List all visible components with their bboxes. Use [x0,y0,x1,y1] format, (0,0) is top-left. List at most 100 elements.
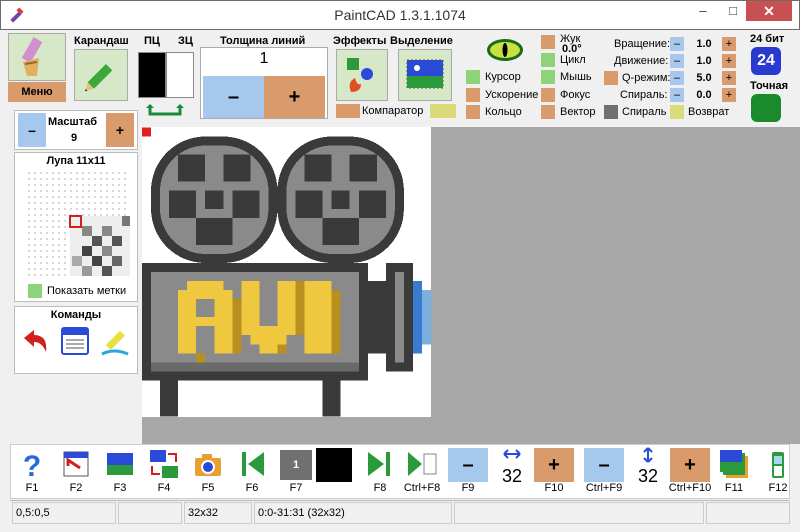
focus-label: Фокус [560,89,591,101]
effects-button[interactable] [336,49,388,101]
pencil-icon [85,63,113,92]
scale-plus-button[interactable]: + [106,113,134,147]
spiral-toggle[interactable] [604,105,618,119]
increase-button[interactable]: + Ctrl+F10 [669,446,711,498]
show-marks-label: Показать метки [47,285,127,297]
linewidth-minus-button[interactable]: – [203,76,264,118]
decrease-button[interactable]: – F9 [448,446,488,498]
accel-toggle[interactable] [466,88,480,102]
drawing-canvas[interactable] [142,127,431,417]
exact-button[interactable] [751,94,781,122]
mouse-toggle[interactable] [541,70,555,84]
fkey-label: F10 [544,482,564,494]
rotation-label: Вращение: [614,38,671,50]
movement-minus[interactable]: – [670,54,684,68]
swap-colors-icon[interactable] [144,104,188,123]
vector-label: Вектор [560,106,596,118]
eye-icon[interactable] [480,36,530,64]
qmode-label: Q-режим: [622,72,671,84]
spiral-value: 0.0 [696,89,712,101]
spiral-label: Спираль: [620,89,668,101]
gallery-button[interactable]: F11 [714,446,754,498]
frame-width: 32 [492,446,532,498]
comparator-toggle[interactable] [336,104,360,118]
fkey-label: Ctrl+F8 [403,482,441,494]
menu-label[interactable]: Меню [8,82,66,102]
return-toggle[interactable] [670,105,684,119]
ring-toggle[interactable] [466,105,480,119]
qmode-plus[interactable]: + [722,71,736,85]
qmode-minus[interactable]: – [670,71,684,85]
add-frame-button[interactable]: Ctrl+F8 [402,446,442,498]
bg-color-swatch[interactable] [166,52,194,98]
maximize-button[interactable]: □ [720,1,746,21]
decrease-button[interactable]: – Ctrl+F9 [584,446,624,498]
return-label: Возврат [688,106,730,118]
bg-color-label: ЗЦ [178,35,193,47]
vector-toggle[interactable] [541,105,555,119]
add-frame-icon [408,452,437,476]
status-empty [118,502,182,524]
mouse-label: Мышь [560,71,592,83]
help-icon: ? [23,450,41,480]
frame-dim-value: 32 [501,466,523,486]
color-preview-swatch [316,448,352,482]
increase-button[interactable]: + F10 [534,446,574,498]
undo-icon[interactable] [18,324,52,358]
new-image-icon [63,451,89,477]
open-image-icon [107,453,133,475]
frame-dim-value: 32 [637,466,659,486]
close-button[interactable]: ✕ [746,1,792,21]
spiral-plus[interactable]: + [722,88,736,102]
new-image-button[interactable]: F2 [56,446,96,498]
spiral-minus[interactable]: – [670,88,684,102]
magnifier-view [26,170,130,278]
comparator-color[interactable] [430,104,456,118]
phone-button[interactable]: F12 [758,446,798,498]
first-frame-button[interactable]: F6 [232,446,272,498]
movement-label: Движение: [614,55,669,67]
window-title: PaintCAD 1.3.1.1074 [334,7,466,23]
minimize-button[interactable]: – [690,1,716,21]
cycle-toggle[interactable] [541,53,555,67]
qmode-toggle[interactable] [604,71,618,85]
rotation-value: 1.0 [696,38,712,50]
movement-plus[interactable]: + [722,54,736,68]
cycle-label: Цикл [560,54,586,66]
camera-button[interactable]: F5 [188,446,228,498]
status-size: 32x32 [184,502,252,524]
fg-color-swatch[interactable] [138,52,166,98]
bit-depth-label: 24 бит [750,33,785,45]
scale-value: 9 [70,132,78,144]
swap-images-button[interactable]: F4 [144,446,184,498]
menu-list-icon[interactable] [58,324,92,358]
eraser-icon[interactable] [98,324,132,358]
show-marks-toggle[interactable] [28,284,42,298]
linewidth-label: Толщина линий [220,35,306,47]
cursor-toggle[interactable] [466,70,480,84]
last-frame-button[interactable]: F8 [360,446,400,498]
open-image-button[interactable]: F3 [100,446,140,498]
pencil-button[interactable] [74,49,128,101]
scale-minus-button[interactable]: – [18,113,46,147]
selection-button[interactable] [398,49,452,101]
color-preview[interactable] [316,446,356,498]
menu-button[interactable] [8,33,66,81]
status-coords: 0,5:0,5 [12,502,116,524]
effects-label: Эффекты [333,35,387,47]
avi-film-icon [142,127,431,417]
fkey-label: F9 [461,482,475,494]
focus-toggle[interactable] [541,88,555,102]
scale-label: Масштаб [48,116,98,128]
bit-depth-button[interactable]: 24 [751,47,781,75]
frame-number-button[interactable]: 1 F7 [276,446,316,498]
linewidth-plus-button[interactable]: + [264,76,325,118]
spiral2-label: Спираль [622,106,667,118]
accel-label: Ускорение [485,89,539,101]
plus-icon: + [534,448,574,482]
rotation-plus[interactable]: + [722,37,736,51]
beetle-toggle[interactable] [541,35,555,49]
help-button[interactable]: ? F1 [12,446,52,498]
phone-icon [772,452,784,478]
rotation-minus[interactable]: – [670,37,684,51]
